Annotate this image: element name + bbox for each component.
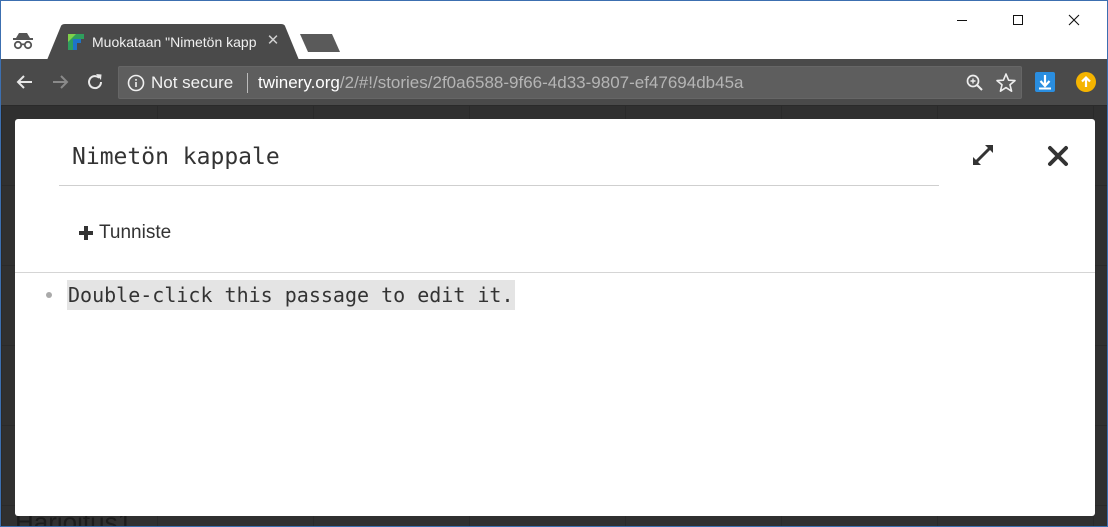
tab-title: Muokataan "Nimetön kappale"	[92, 34, 257, 50]
address-separator	[247, 73, 248, 93]
forward-arrow-icon	[53, 75, 69, 89]
back-arrow-icon	[16, 75, 32, 89]
minimize-button[interactable]	[939, 1, 985, 39]
close-window-icon	[1068, 14, 1080, 26]
passage-edit-dialog: Tunniste Double-click this passage to ed…	[15, 119, 1095, 516]
add-tag-button[interactable]: Tunniste	[77, 219, 171, 247]
security-label: Not secure	[151, 73, 234, 92]
list-bullet	[46, 292, 52, 298]
maximize-window-icon	[1013, 15, 1023, 25]
new-tab-button[interactable]	[298, 32, 342, 54]
passage-text-editor[interactable]: Double-click this passage to edit it.	[67, 280, 515, 310]
update-extension-icon[interactable]	[1075, 71, 1097, 93]
maximize-dialog-icon[interactable]	[969, 141, 997, 169]
close-window-button[interactable]	[1051, 1, 1097, 39]
forward-button[interactable]	[48, 70, 72, 94]
passage-name-input[interactable]	[59, 129, 939, 186]
add-tag-label: Tunniste	[99, 222, 172, 243]
address-bar[interactable]: Not secure twinery.org/2/#!/stories/2f0a…	[118, 66, 1022, 99]
tab-close-icon[interactable]: ✕	[265, 31, 281, 51]
url-path: /2/#!/stories/2f0a6588-9f66-4d33-9807-ef…	[339, 73, 744, 92]
minimize-icon	[957, 20, 967, 21]
maximize-window-button[interactable]	[995, 1, 1041, 39]
dialog-divider	[15, 272, 1095, 273]
info-icon[interactable]	[127, 74, 145, 92]
download-extension-icon[interactable]	[1034, 71, 1056, 93]
browser-toolbar: Not secure twinery.org/2/#!/stories/2f0a…	[1, 59, 1107, 105]
url-host: twinery.org	[258, 73, 340, 92]
incognito-icon	[11, 29, 35, 53]
reload-button[interactable]	[83, 70, 107, 94]
zoom-icon[interactable]	[965, 73, 985, 93]
reload-icon	[88, 74, 103, 90]
back-button[interactable]	[13, 70, 37, 94]
active-tab[interactable]: Muokataan "Nimetön kappale" ✕	[47, 24, 299, 60]
plus-icon	[79, 226, 93, 240]
browser-window: Muokataan "Nimetön kappale" ✕	[0, 0, 1108, 527]
page-content: Harjoitus1 Tunniste	[1, 105, 1107, 526]
tab-strip: Muokataan "Nimetön kappale" ✕	[1, 1, 1107, 60]
twine-logo-icon	[67, 33, 85, 51]
close-dialog-icon[interactable]	[1046, 144, 1070, 168]
url-text[interactable]: twinery.org/2/#!/stories/2f0a6588-9f66-4…	[258, 73, 743, 93]
star-icon[interactable]	[995, 72, 1017, 94]
